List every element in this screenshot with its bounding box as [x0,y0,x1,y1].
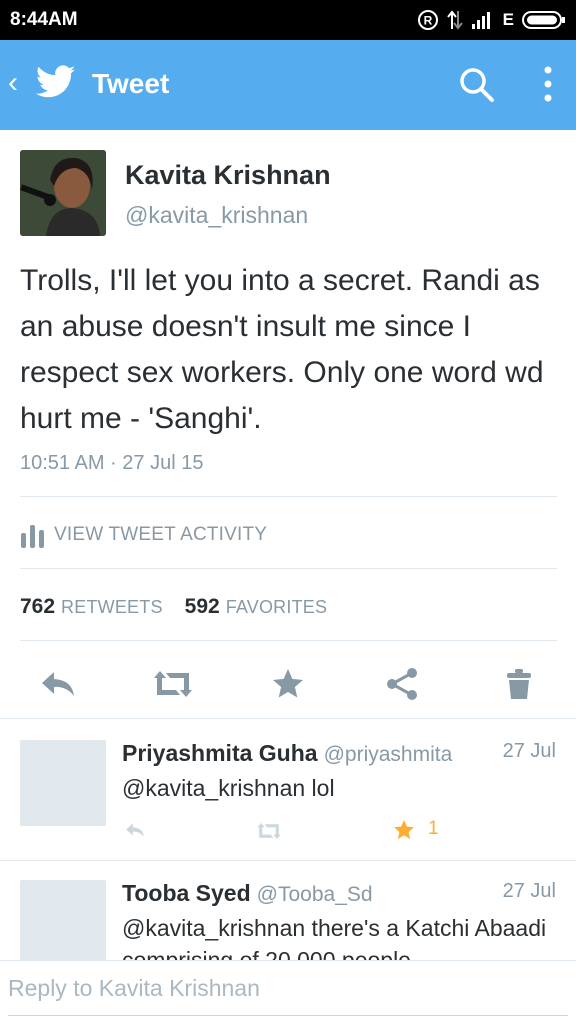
battery-icon [522,11,565,29]
reply-actions: 1 [122,818,442,842]
reply-avatar[interactable] [20,880,106,966]
status-bar: 8:44AM R E [0,0,576,40]
author-name[interactable]: Kavita Krishnan [125,160,331,191]
reply-name: Tooba Syed [122,880,251,906]
reply-item[interactable]: Priyashmita Guha @priyashmita 27 Jul @kav… [0,720,576,860]
tweet-timestamp: 10:51 AM · 27 Jul 15 [20,452,204,474]
reply-date: 27 Jul [502,880,556,902]
reply-date: 27 Jul [502,740,556,762]
divider [20,640,557,641]
reply-input-placeholder[interactable]: Reply to Kavita Krishnan [8,975,260,1002]
favorites-label[interactable]: FAVORITES [226,597,328,618]
more-vert-icon[interactable] [538,64,558,104]
tweet-actions [0,660,576,710]
reply-input-underline [8,1015,568,1016]
delete-icon[interactable] [504,666,534,702]
favorite-icon[interactable] [392,818,416,842]
retweet-icon[interactable] [254,820,284,842]
reply-box[interactable]: Reply to Kavita Krishnan [0,960,576,1025]
reply-name: Priyashmita Guha [122,740,318,766]
reply-avatar[interactable] [20,740,106,826]
reply-author[interactable]: Priyashmita Guha @priyashmita [122,740,452,767]
status-icons: R E [417,8,566,32]
reply-icon[interactable] [122,820,148,840]
reply-handle: @Tooba_Sd [256,883,373,906]
reply-favorite-count: 1 [428,818,439,839]
avatar-photo [20,150,106,236]
retweets-count[interactable]: 762 [20,595,55,619]
favorites-count[interactable]: 592 [185,595,220,619]
registered-icon: R [417,10,438,30]
activity-bars-icon [21,525,44,548]
reply-author[interactable]: Tooba Syed @Tooba_Sd [122,880,373,907]
svg-text:R: R [423,14,432,28]
tweet-stats: 762 RETWEETS 592 FAVORITES [20,595,349,619]
data-arrows-icon [446,10,463,30]
tweet-text: Trolls, I'll let you into a secret. Rand… [20,264,544,435]
twitter-bird-icon[interactable] [36,65,76,99]
retweet-icon[interactable] [150,666,196,702]
divider [20,568,557,569]
search-icon[interactable] [458,66,496,104]
app-bar: ‹ Tweet [0,40,576,130]
reply-text: @kavita_krishnan lol [122,775,335,801]
reply-handle: @priyashmita [323,743,453,766]
retweets-label[interactable]: RETWEETS [61,597,163,618]
share-icon[interactable] [384,666,420,702]
view-tweet-activity[interactable]: VIEW TWEET ACTIVITY [20,520,267,550]
signal-icon [471,12,490,29]
divider [20,496,557,497]
author-avatar[interactable] [20,150,106,236]
section-divider [0,718,576,719]
app-title: Tweet [92,68,170,99]
status-time: 8:44AM [10,9,78,30]
network-type: E [502,10,514,29]
favorite-icon[interactable] [270,666,306,702]
back-icon[interactable]: ‹ [8,68,18,98]
author-handle[interactable]: @kavita_krishnan [125,202,308,229]
activity-label: VIEW TWEET ACTIVITY [54,524,268,545]
reply-icon[interactable] [38,666,78,702]
